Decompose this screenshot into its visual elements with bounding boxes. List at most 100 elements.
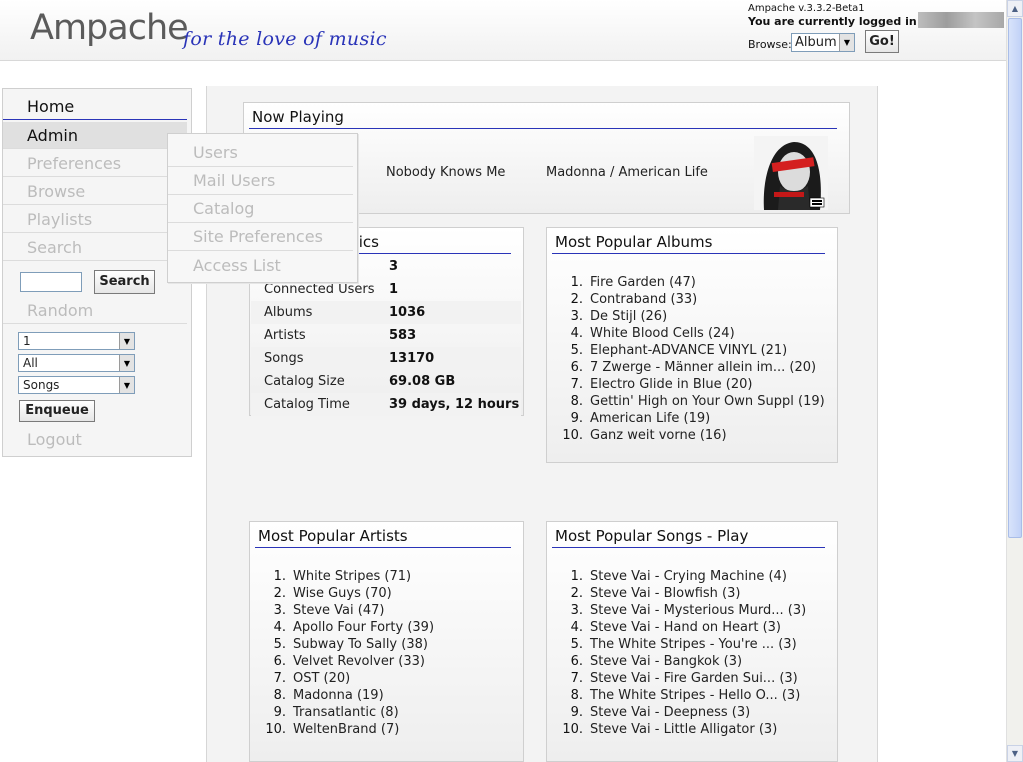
list-item[interactable]: 7. Electro Glide in Blue (20) [555,376,825,393]
username-redacted [918,12,1004,28]
list-item[interactable]: 9. Transatlantic (8) [258,704,434,721]
sidebar-item-admin[interactable]: Admin [3,122,187,149]
page-scrollbar[interactable]: ▲ ▼ [1006,0,1023,762]
menu-item-access-list[interactable]: Access List [168,252,353,280]
random-scope-value: All [23,356,38,370]
sidebar-item-random[interactable]: Random [3,297,187,324]
stat-label: Songs [264,351,304,366]
stat-row: Catalog Time 39 days, 12 hours [251,393,521,416]
list-item[interactable]: 5. Elephant-ADVANCE VINYL (21) [555,342,825,359]
list-item[interactable]: 10. Ganz weit vorne (16) [555,427,825,444]
sidebar-item-browse[interactable]: Browse [3,178,187,205]
popular-artists-box: Most Popular Artists 1. White Stripes (71… [249,521,524,762]
stat-value: 13170 [389,351,435,366]
sidebar-item-playlists[interactable]: Playlists [3,206,187,233]
list-item[interactable]: 7. Steve Vai - Fire Garden Sui... (3) [555,670,806,687]
browse-label: Browse: [748,38,792,51]
list-item[interactable]: 10. Steve Vai - Little Alligator (3) [555,721,806,738]
stat-value: 1036 [389,305,426,320]
search-button[interactable]: Search [94,270,155,294]
menu-item-catalog[interactable]: Catalog [168,195,353,223]
list-item[interactable]: 1. White Stripes (71) [258,568,434,585]
list-item[interactable]: 4. White Blood Cells (24) [555,325,825,342]
chevron-down-icon[interactable]: ▼ [839,34,854,51]
header: Ampache for the love of music Ampache v.… [0,0,1006,61]
chevron-down-icon[interactable]: ▼ [119,355,134,371]
scroll-thumb[interactable] [1008,18,1022,538]
enqueue-button[interactable]: Enqueue [19,400,95,422]
stat-row: Songs 13170 [251,347,521,370]
sidebar-item-search[interactable]: Search [3,234,187,261]
stat-row: Artists 583 [251,324,521,347]
stat-value: 69.08 GB [389,374,456,389]
list-item[interactable]: 2. Contraband (33) [555,291,825,308]
stat-row: Albums 1036 [251,301,521,324]
version-text: Ampache v.3.3.2-Beta1 [748,3,865,14]
browse-select[interactable]: Album ▼ [791,33,855,52]
menu-item-mail-users[interactable]: Mail Users [168,167,353,195]
list-item[interactable]: 6. Velvet Revolver (33) [258,653,434,670]
list-item[interactable]: 2. Wise Guys (70) [258,585,434,602]
tagline: for the love of music [183,28,387,50]
popular-albums-box: Most Popular Albums 1. Fire Garden (47) 2… [546,227,838,463]
list-item[interactable]: 8. Madonna (19) [258,687,434,704]
list-item[interactable]: 1. Fire Garden (47) [555,274,825,291]
list-item[interactable]: 5. Subway To Sally (38) [258,636,434,653]
list-item[interactable]: 8. Gettin' High on Your Own Suppl (19) [555,393,825,410]
list-item[interactable]: 6. Steve Vai - Bangkok (3) [555,653,806,670]
now-playing-title: Now Playing [249,107,837,129]
random-type-select[interactable]: Songs ▼ [18,376,135,394]
popular-artists-title: Most Popular Artists [255,526,511,548]
list-item[interactable]: 7. OST (20) [258,670,434,687]
random-scope-select[interactable]: All ▼ [18,354,135,372]
admin-dropdown-menu: Users Mail Users Catalog Site Preference… [167,133,358,283]
popular-artists-list: 1. White Stripes (71) 2. Wise Guys (70) 3.… [258,568,434,738]
stat-value: 39 days, 12 hours [389,397,520,412]
stat-value: 3 [389,259,399,274]
popular-songs-title[interactable]: Most Popular Songs - Play [552,526,825,548]
go-button[interactable]: Go! [865,30,899,53]
logged-in-text: You are currently logged in as [748,15,935,28]
search-input[interactable] [20,272,82,292]
scroll-up-icon[interactable]: ▲ [1007,0,1023,17]
sidebar-item-home[interactable]: Home [3,93,187,120]
menu-item-site-preferences[interactable]: Site Preferences [168,223,353,251]
stat-label: Catalog Size [264,374,345,389]
now-playing-song[interactable]: Nobody Knows Me [386,165,505,180]
random-type-value: Songs [23,378,60,392]
list-item[interactable]: 5. The White Stripes - You're ... (3) [555,636,806,653]
stat-value: 1 [389,282,399,297]
list-item[interactable]: 10. WeltenBrand (7) [258,721,434,738]
chevron-down-icon[interactable]: ▼ [119,377,134,393]
menu-item-users[interactable]: Users [168,139,353,167]
popular-albums-title: Most Popular Albums [552,232,825,254]
now-playing-artist-album[interactable]: Madonna / American Life [546,165,708,180]
chevron-down-icon[interactable]: ▼ [119,333,134,349]
stat-value: 583 [389,328,417,343]
list-item[interactable]: 3. Steve Vai (47) [258,602,434,619]
list-item[interactable]: 3. Steve Vai - Mysterious Murd... (3) [555,602,807,619]
logo[interactable]: Ampache [30,8,189,48]
list-item[interactable]: 6. 7 Zwerge - Männer allein im... (20) [555,359,825,376]
popular-albums-list: 1. Fire Garden (47) 2. Contraband (33) 3. D… [555,274,825,444]
album-art[interactable] [754,136,828,210]
list-item[interactable]: 9. American Life (19) [555,410,825,427]
list-item[interactable]: 4. Steve Vai - Hand on Heart (3) [555,619,806,636]
popular-songs-list: 1. Steve Vai - Crying Machine (4) 2. Steve… [555,568,806,738]
list-item[interactable]: 8. The White Stripes - Hello O... (3) [555,687,806,704]
list-item[interactable]: 4. Apollo Four Forty (39) [258,619,434,636]
list-item[interactable]: 3. De Stijl (26) [555,308,825,325]
sidebar-item-preferences[interactable]: Preferences [3,150,187,177]
stat-row: Catalog Size 69.08 GB [251,370,521,393]
sidebar: Home Admin Preferences Browse Playlists … [2,88,192,457]
random-count-value: 1 [23,334,31,348]
list-item[interactable]: 1. Steve Vai - Crying Machine (4) [555,568,806,585]
scroll-down-icon[interactable]: ▼ [1007,745,1023,762]
list-item[interactable]: 2. Steve Vai - Blowfish (3) [555,585,806,602]
sidebar-item-logout[interactable]: Logout [3,426,187,453]
random-count-select[interactable]: 1 ▼ [18,332,135,350]
list-item[interactable]: 9. Steve Vai - Deepness (3) [555,704,806,721]
stat-label: Albums [264,305,313,320]
popular-songs-box: Most Popular Songs - Play 1. Steve Vai - … [546,521,838,762]
browse-select-value: Album [795,35,837,50]
